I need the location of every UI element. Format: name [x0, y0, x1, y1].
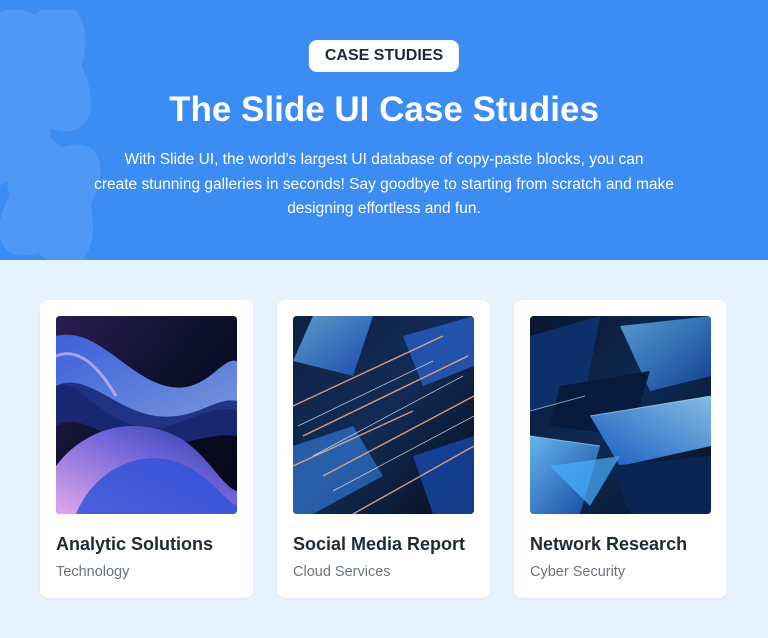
card-title[interactable]: Analytic Solutions — [56, 534, 213, 555]
page-title: The Slide UI Case Studies — [169, 90, 599, 129]
hero-description-line: With Slide UI, the world's largest UI da… — [124, 151, 644, 168]
case-study-card-analytic-solutions[interactable]: Analytic Solutions Technology — [40, 300, 253, 598]
case-study-image[interactable] — [530, 316, 711, 514]
case-study-card-network-research[interactable]: Network Research Cyber Security — [514, 300, 727, 598]
case-study-image[interactable] — [293, 316, 474, 514]
card-title[interactable]: Network Research — [530, 534, 687, 555]
hero-description-line: designing effortless and fun. — [287, 200, 481, 217]
case-studies-badge: CASE STUDIES — [308, 40, 460, 72]
case-study-image[interactable] — [56, 316, 237, 514]
abstract-streaks-image — [293, 316, 474, 514]
card-title[interactable]: Social Media Report — [293, 534, 465, 555]
card-category: Technology — [56, 564, 130, 580]
abstract-waves-image — [56, 316, 237, 514]
hero-description-line: create stunning galleries in seconds! Sa… — [94, 175, 674, 193]
card-category: Cloud Services — [293, 564, 391, 580]
card-category: Cyber Security — [530, 564, 626, 580]
hero-description: With Slide UI, the world's largest UI da… — [60, 148, 708, 222]
hero-banner: CASE STUDIES The Slide UI Case Studies W… — [0, 0, 768, 260]
flower-decoration-icon — [0, 10, 101, 260]
abstract-shards-image — [530, 316, 711, 514]
case-study-card-social-media-report[interactable]: Social Media Report Cloud Services — [277, 300, 490, 598]
